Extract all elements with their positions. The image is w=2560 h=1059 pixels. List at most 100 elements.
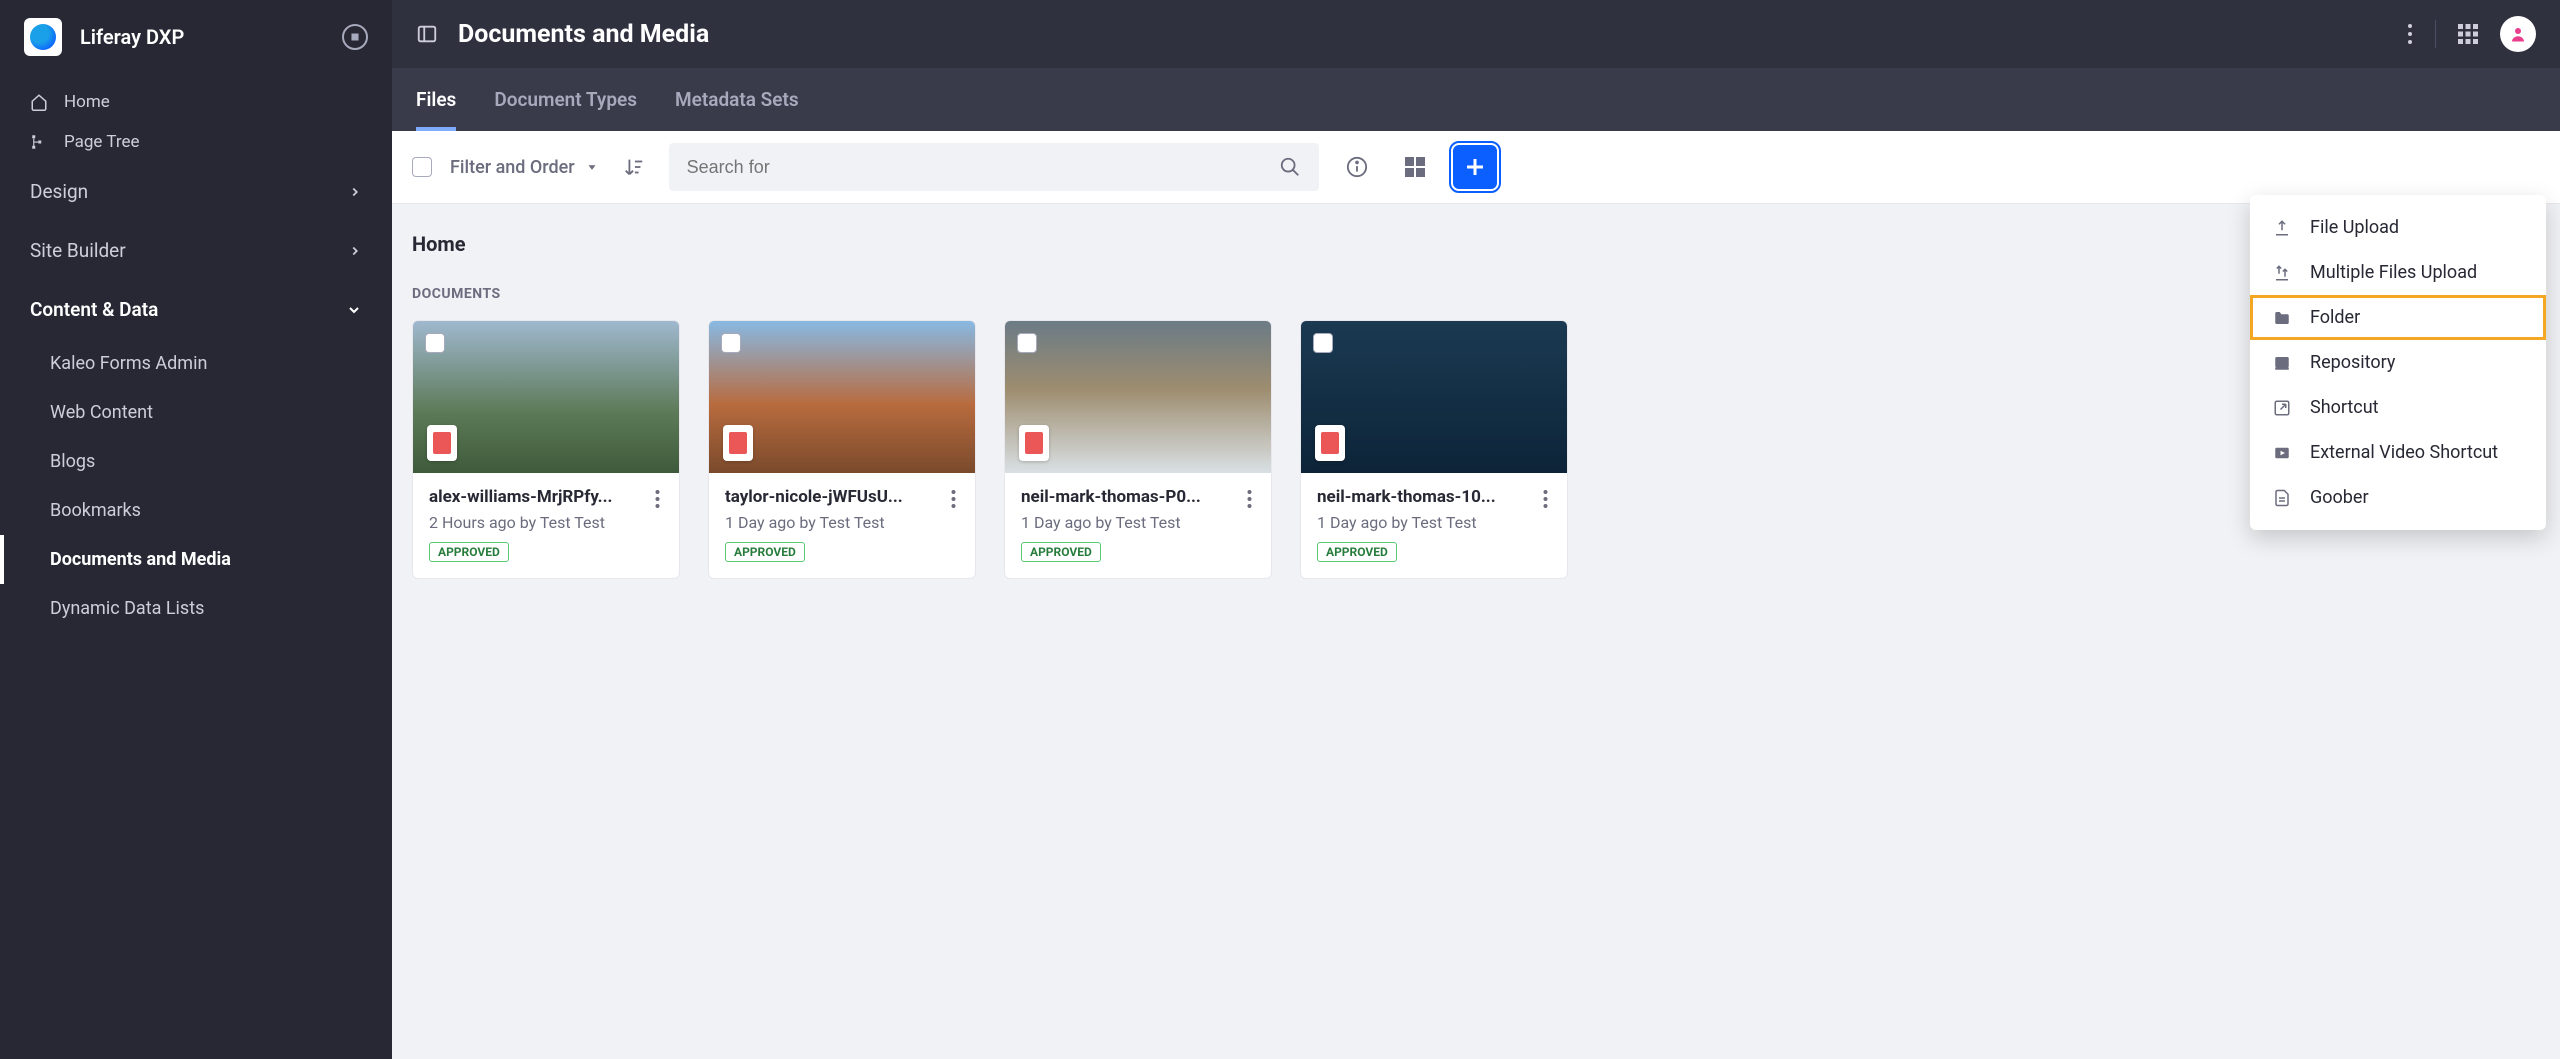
- folder-icon: [2272, 308, 2292, 328]
- card-body: taylor-nicole-jWFUsU... 1 Day ago by Tes…: [709, 473, 975, 578]
- document-cards: alex-williams-MrjRPfy... 2 Hours ago by …: [412, 320, 2540, 579]
- document-card[interactable]: taylor-nicole-jWFUsU... 1 Day ago by Tes…: [708, 320, 976, 579]
- info-button[interactable]: [1337, 147, 1377, 187]
- card-kebab-icon[interactable]: [1237, 487, 1261, 511]
- topbar-actions: [2407, 16, 2536, 52]
- menu-item-label: Repository: [2310, 352, 2395, 373]
- sidebar-item-blogs[interactable]: Blogs: [0, 437, 392, 486]
- document-card[interactable]: alex-williams-MrjRPfy... 2 Hours ago by …: [412, 320, 680, 579]
- sidebar-item-pagetree[interactable]: Page Tree: [0, 122, 392, 162]
- sidebar-item-dynamic-data-lists[interactable]: Dynamic Data Lists: [0, 584, 392, 633]
- brand-logo[interactable]: [24, 18, 62, 56]
- toolbar: Filter and Order File Upload M: [392, 131, 2560, 204]
- add-menu-external-video[interactable]: External Video Shortcut: [2250, 430, 2546, 475]
- search-box: [669, 143, 1319, 191]
- card-checkbox[interactable]: [721, 333, 741, 353]
- tab-label: Metadata Sets: [675, 88, 799, 111]
- content: Home DOCUMENTS alex-williams-MrjRPfy... …: [392, 204, 2560, 607]
- search-icon[interactable]: [1279, 156, 1301, 178]
- section-label: DOCUMENTS: [412, 286, 2540, 302]
- sidebar-item-home[interactable]: Home: [0, 82, 392, 122]
- video-icon: [2272, 443, 2292, 463]
- nav-group-label: Content & Data: [30, 298, 158, 321]
- tab-label: Document Types: [494, 88, 637, 111]
- menu-item-label: External Video Shortcut: [2310, 442, 2498, 463]
- card-checkbox[interactable]: [425, 333, 445, 353]
- document-card[interactable]: neil-mark-thomas-P0... 1 Day ago by Test…: [1004, 320, 1272, 579]
- card-title: alex-williams-MrjRPfy...: [429, 487, 629, 507]
- add-menu-goober[interactable]: Goober: [2250, 475, 2546, 520]
- tab-metadata-sets[interactable]: Metadata Sets: [675, 68, 799, 131]
- sidebar-item-kaleo[interactable]: Kaleo Forms Admin: [0, 339, 392, 388]
- menu-item-label: Shortcut: [2310, 397, 2379, 418]
- card-kebab-icon[interactable]: [1533, 487, 1557, 511]
- shortcut-icon: [2272, 398, 2292, 418]
- nav-group-site-builder[interactable]: Site Builder: [0, 221, 392, 280]
- sidebar-item-documents-media[interactable]: Documents and Media: [0, 535, 392, 584]
- brand-name: Liferay DXP: [80, 25, 324, 49]
- card-checkbox[interactable]: [1313, 333, 1333, 353]
- tab-files[interactable]: Files: [416, 68, 456, 131]
- select-all-checkbox[interactable]: [412, 157, 432, 177]
- card-title: taylor-nicole-jWFUsU...: [725, 487, 925, 507]
- filter-order-dropdown[interactable]: Filter and Order: [450, 157, 599, 178]
- sidebar-item-label: Web Content: [50, 402, 153, 423]
- tree-icon: [30, 133, 48, 151]
- add-menu-repository[interactable]: Repository: [2250, 340, 2546, 385]
- sidebar-item-label: Documents and Media: [50, 549, 231, 570]
- view-toggle-button[interactable]: [1395, 147, 1435, 187]
- card-meta: 1 Day ago by Test Test: [1021, 513, 1255, 532]
- document-card[interactable]: neil-mark-thomas-10... 1 Day ago by Test…: [1300, 320, 1568, 579]
- sidebar-item-label: Home: [64, 92, 110, 112]
- breadcrumb[interactable]: Home: [412, 232, 2540, 256]
- add-menu: File Upload Multiple Files Upload Folder…: [2250, 195, 2546, 530]
- add-menu-folder[interactable]: Folder: [2250, 295, 2546, 340]
- kebab-icon[interactable]: [2407, 23, 2413, 45]
- menu-item-label: Folder: [2310, 307, 2360, 328]
- card-thumbnail: [1005, 321, 1271, 473]
- repository-icon: [2272, 353, 2292, 373]
- card-thumbnail: [1301, 321, 1567, 473]
- filter-label-text: Filter and Order: [450, 157, 575, 178]
- card-kebab-icon[interactable]: [645, 487, 669, 511]
- status-badge: APPROVED: [1317, 542, 1397, 562]
- card-meta: 1 Day ago by Test Test: [725, 513, 959, 532]
- file-type-badge-icon: [1315, 425, 1345, 461]
- add-menu-file-upload[interactable]: File Upload: [2250, 205, 2546, 250]
- page-title: Documents and Media: [458, 20, 2387, 49]
- add-menu-shortcut[interactable]: Shortcut: [2250, 385, 2546, 430]
- apps-grid-icon[interactable]: [2458, 24, 2478, 44]
- nav-group-design[interactable]: Design: [0, 162, 392, 221]
- avatar[interactable]: [2500, 16, 2536, 52]
- tabs: Files Document Types Metadata Sets: [392, 68, 2560, 131]
- menu-item-label: Goober: [2310, 487, 2369, 508]
- card-thumbnail: [709, 321, 975, 473]
- sidebar-item-web-content[interactable]: Web Content: [0, 388, 392, 437]
- sidebar-header: Liferay DXP: [0, 0, 392, 74]
- tab-document-types[interactable]: Document Types: [494, 68, 637, 131]
- card-checkbox[interactable]: [1017, 333, 1037, 353]
- main: Documents and Media Files Document Types…: [392, 0, 2560, 1059]
- card-title: neil-mark-thomas-10...: [1317, 487, 1517, 507]
- nav-group-content-data[interactable]: Content & Data: [0, 280, 392, 339]
- sort-button[interactable]: [617, 150, 651, 184]
- sidebar-nav: Home Page Tree Design Site Builder Conte…: [0, 74, 392, 641]
- compass-icon[interactable]: [342, 24, 368, 50]
- sidebar: Liferay DXP Home Page Tree Design Site B…: [0, 0, 392, 1059]
- panel-toggle-icon[interactable]: [416, 23, 438, 45]
- add-menu-multiple-upload[interactable]: Multiple Files Upload: [2250, 250, 2546, 295]
- card-kebab-icon[interactable]: [941, 487, 965, 511]
- card-thumbnail: [413, 321, 679, 473]
- card-body: alex-williams-MrjRPfy... 2 Hours ago by …: [413, 473, 679, 578]
- add-button[interactable]: [1453, 145, 1497, 189]
- search-input[interactable]: [687, 157, 1279, 178]
- status-badge: APPROVED: [429, 542, 509, 562]
- document-icon: [2272, 488, 2292, 508]
- sidebar-item-label: Page Tree: [64, 132, 139, 152]
- home-icon: [30, 93, 48, 111]
- sidebar-item-label: Kaleo Forms Admin: [50, 353, 207, 374]
- sidebar-item-label: Blogs: [50, 451, 95, 472]
- menu-item-label: File Upload: [2310, 217, 2399, 238]
- sidebar-item-bookmarks[interactable]: Bookmarks: [0, 486, 392, 535]
- file-type-badge-icon: [1019, 425, 1049, 461]
